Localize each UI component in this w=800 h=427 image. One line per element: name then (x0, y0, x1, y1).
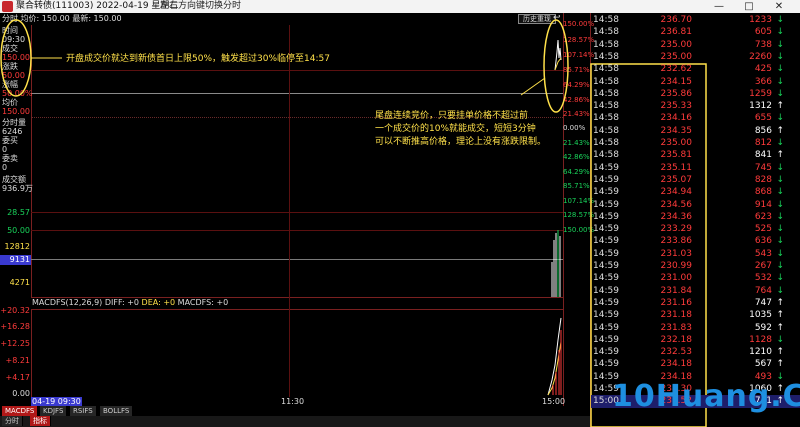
tick-time: 14:59 (593, 359, 619, 369)
tick-time: 14:58 (593, 150, 619, 160)
tick-price: 235.81 (660, 150, 693, 160)
tick-price: 234.18 (660, 359, 693, 369)
arrow-down-icon: ↓ (776, 113, 784, 123)
tick-volume: 605 (754, 27, 772, 37)
tick-row[interactable]: 14:58 235.81 841 ↑ (591, 149, 800, 162)
arrow-up-icon: ↑ (776, 150, 784, 160)
tick-price: 233.86 (660, 236, 693, 246)
arrow-down-icon: ↓ (776, 273, 784, 283)
tick-price: 231.00 (660, 273, 693, 283)
tick-price: 231.18 (660, 310, 693, 320)
tick-row[interactable]: 14:59 231.18 1035 ↑ (591, 309, 800, 322)
arrow-down-icon: ↓ (776, 187, 784, 197)
arrow-down-icon: ↓ (776, 27, 784, 37)
tick-time: 14:59 (593, 236, 619, 246)
annotation-close-auction-2: 一个成交价的10%就能成交，短短3分钟 (375, 124, 536, 134)
tick-volume: 868 (754, 187, 772, 197)
annotation-close-auction-1: 尾盘连续竞价，只要挂单价格不超过前 (375, 111, 529, 121)
tick-time: 14:59 (593, 187, 619, 197)
tick-time: 14:59 (593, 310, 619, 320)
tick-row[interactable]: 14:58 234.16 655 ↓ (591, 112, 800, 125)
tick-row[interactable]: 14:59 234.94 868 ↓ (591, 186, 800, 199)
tick-row[interactable]: 14:59 234.18 567 ↑ (591, 358, 800, 371)
site-watermark: 10Huang.CN (612, 379, 800, 414)
arrow-down-icon: ↓ (776, 64, 784, 74)
tick-price: 234.94 (660, 187, 693, 197)
arrow-up-icon: ↑ (776, 310, 784, 320)
tick-row[interactable]: 14:58 232.62 425 ↓ (591, 63, 800, 76)
tick-price: 236.81 (660, 27, 693, 37)
annotation-open-limit: 开盘成交价就达到新债首日上限50%，触发超过30%临停至14:57 (66, 54, 330, 64)
tick-price: 232.62 (660, 64, 693, 74)
tick-volume: 567 (754, 359, 772, 369)
tick-time: 14:58 (593, 27, 619, 37)
tick-volume: 425 (754, 64, 772, 74)
arrow-up-icon: ↑ (776, 359, 784, 369)
price-spike-line (554, 39, 562, 71)
tick-row[interactable]: 14:59 233.86 636 ↓ (591, 235, 800, 248)
tick-volume: 1035 (749, 310, 772, 320)
tick-volume: 532 (754, 273, 772, 283)
annotation-close-auction-3: 可以不断推高价格，理论上没有涨跌限制。 (375, 137, 547, 147)
tick-price: 234.16 (660, 113, 693, 123)
tick-volume: 655 (754, 113, 772, 123)
tick-volume: 636 (754, 236, 772, 246)
tick-time: 14:58 (593, 113, 619, 123)
tick-volume: 841 (754, 150, 772, 160)
tick-row[interactable]: 14:59 231.00 532 ↓ (591, 272, 800, 285)
callout-ellipse-left (0, 19, 32, 97)
tick-row[interactable]: 14:58 236.81 605 ↓ (591, 26, 800, 39)
tick-time: 14:58 (593, 64, 619, 74)
tick-time: 14:59 (593, 273, 619, 283)
arrow-down-icon: ↓ (776, 236, 784, 246)
callout-pointer (520, 77, 546, 96)
